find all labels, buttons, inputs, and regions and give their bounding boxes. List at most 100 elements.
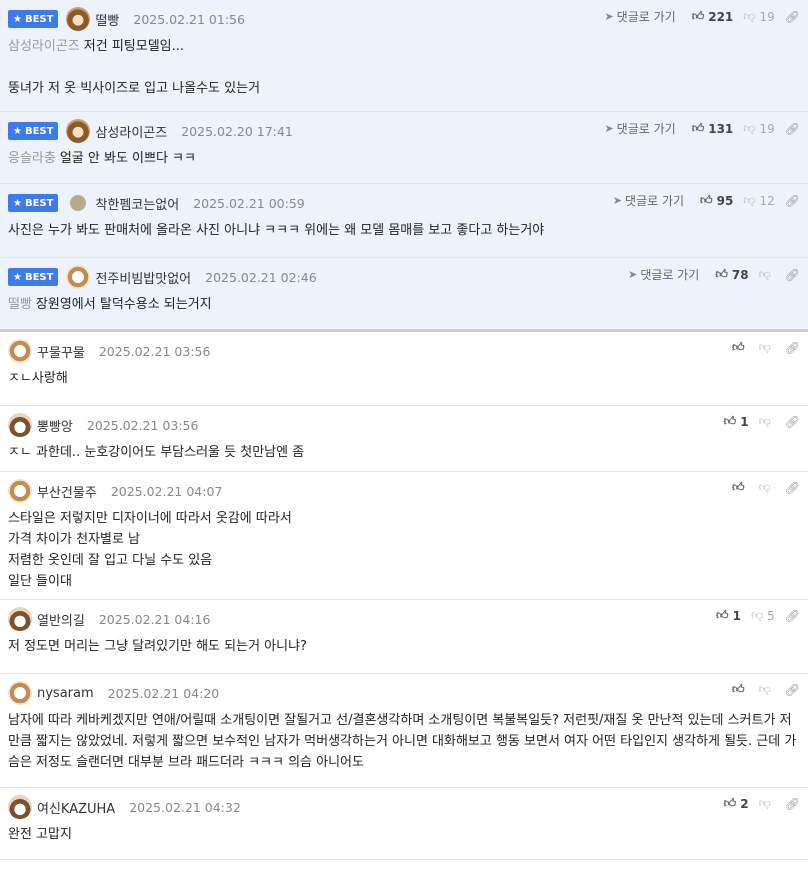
thumbs-down-icon: 👎︎ [758,682,771,696]
link-icon[interactable]: 🔗︎ [785,609,800,623]
thumbs-up-icon: 👍︎ [691,9,705,23]
dislike-button[interactable]: 👎︎ 19 [743,9,774,24]
thumbs-down-icon: 👎︎ [743,9,756,23]
dislike-button[interactable]: 👎︎ [759,267,775,282]
avatar[interactable] [66,265,91,289]
link-icon[interactable]: 🔗︎ [785,122,800,136]
dislike-button[interactable]: 👎︎ [759,414,775,429]
like-button[interactable]: 👍︎ 1 [724,414,749,429]
thumbs-down-icon: 👎︎ [758,480,771,494]
comment-actions: ➤ 댓글로 가기 👍︎ 221 👎︎ 19 🔗︎ [604,8,800,25]
like-count: 78 [731,267,749,282]
best-badge: ★ BEST [8,268,59,286]
thumbs-up-icon: 👍︎ [723,796,737,810]
dislike-count: 19 [759,9,775,24]
star-icon: ★ [13,13,22,25]
comment-body: 스타일은 저렇지만 디자이너에 따라서 옷감에 따라서 가격 차이가 천자별로 … [8,511,292,589]
like-button[interactable]: 👍︎ 131 [692,121,734,136]
send-icon: ➤ [628,268,638,281]
thumbs-up-icon: 👍︎ [716,608,729,622]
mention[interactable]: 떨빵 [8,297,32,312]
like-count: 1 [740,414,749,429]
nickname[interactable]: 착한펨코는없어 [95,194,179,213]
dislike-button[interactable]: 👎︎ [759,340,775,355]
link-icon[interactable]: 🔗︎ [785,341,800,355]
mention[interactable]: 응슬라충 [8,151,56,166]
nickname[interactable]: 꾸물꾸물 [37,342,85,361]
nickname[interactable]: nysaram [37,686,94,701]
go-to-reply-link[interactable]: ➤ 댓글로 가기 [613,192,684,209]
send-icon: ➤ [604,10,614,23]
timestamp: 2025.02.21 00:59 [193,195,305,211]
nickname[interactable]: 여신KAZUHA [37,798,115,817]
avatar[interactable] [8,479,32,503]
comment-text: 저 정도면 머리는 그냥 달려있기만 해도 되는거 아니냐? [8,636,800,657]
link-icon[interactable]: 🔗︎ [785,797,800,811]
avatar[interactable] [8,339,32,363]
thumbs-up-icon: 👍︎ [691,121,705,135]
dislike-button[interactable]: 👎︎ 5 [751,608,775,623]
dislike-count: 5 [767,608,775,623]
thumbs-down-icon: 👎︎ [743,121,756,135]
nickname[interactable]: 뽕빵앙 [37,416,73,435]
avatar[interactable] [66,7,91,31]
link-icon[interactable]: 🔗︎ [785,415,800,429]
comment-header: 꾸물꾸물 2025.02.21 03:56 [8,339,800,363]
best-comment: ★ BEST 떨빵 2025.02.21 01:56 ➤ 댓글로 가기 👍︎ 221 👎︎ 19 🔗… [0,0,808,112]
like-button[interactable]: 👍︎ [732,340,749,355]
link-icon[interactable]: 🔗︎ [785,268,800,282]
best-badge: ★ BEST [8,10,59,28]
comment-body: 얼굴 안 봐도 이쁘다 ㅋㅋ [59,151,196,166]
like-button[interactable]: 👍︎ [732,480,749,495]
dislike-button[interactable]: 👎︎ [759,796,775,811]
dislike-button[interactable]: 👎︎ [759,682,775,697]
comment-actions: 👍︎ 1 👎︎ 5 🔗︎ [716,608,800,623]
best-comment: ★ BEST 삼성라이곤즈 2025.02.20 17:41 ➤ 댓글로 가기 👍︎ 131 👎… [0,112,808,184]
comment-text: ㅈㄴ 과한데.. 눈호강이어도 부담스러울 듯 첫만남엔 좀 [8,442,800,463]
nickname[interactable]: 전주비빔밥맛없어 [95,268,191,287]
like-button[interactable]: 👍︎ 1 [716,608,741,623]
like-count: 2 [740,796,749,811]
link-icon[interactable]: 🔗︎ [785,683,800,697]
avatar[interactable] [8,681,32,705]
comment: 부산건물주 2025.02.21 04:07 👍︎ 👎︎ 🔗︎ 스타일은 저렇지만 디자이… [0,472,808,600]
like-button[interactable]: 👍︎ [732,682,749,697]
dislike-button[interactable]: 👎︎ 12 [743,193,774,208]
like-button[interactable]: 👍︎ 78 [715,267,748,282]
dislike-button[interactable]: 👎︎ [759,480,775,495]
go-to-reply-link[interactable]: ➤ 댓글로 가기 [628,266,699,283]
thumbs-down-icon: 👎︎ [758,414,771,428]
comment-text: 스타일은 저렇지만 디자이너에 따라서 옷감에 따라서 가격 차이가 천자별로 … [8,508,800,592]
nickname[interactable]: 부산건물주 [37,482,97,501]
nickname[interactable]: 삼성라이곤즈 [95,122,167,141]
comment-actions: 👍︎ 👎︎ 🔗︎ [732,682,800,697]
dislike-button[interactable]: 👎︎ 19 [743,121,774,136]
comment-header: 뽕빵앙 2025.02.21 03:56 [8,413,800,437]
mention[interactable]: 삼성라이곤즈 [8,39,80,54]
comment-body: ㅈㄴ 과한데.. 눈호강이어도 부담스러울 듯 첫만남엔 좀 [8,445,305,460]
thumbs-down-icon: 👎︎ [758,340,771,354]
like-count: 221 [708,9,734,24]
like-button[interactable]: 👍︎ 221 [692,9,734,24]
star-icon: ★ [13,271,22,283]
link-icon[interactable]: 🔗︎ [785,194,800,208]
nickname[interactable]: 열반의길 [37,610,85,629]
avatar[interactable] [8,413,32,437]
thumbs-down-icon: 👎︎ [758,267,771,281]
like-button[interactable]: 👍︎ 2 [724,796,749,811]
comment: nysaram 2025.02.21 04:20 👍︎ 👎︎ 🔗︎ 남자에 따라 케바케겠… [0,674,808,788]
like-button[interactable]: 👍︎ 95 [700,193,733,208]
link-icon[interactable]: 🔗︎ [785,481,800,495]
avatar[interactable] [70,195,87,211]
comment-actions: ➤ 댓글로 가기 👍︎ 95 👎︎ 12 🔗︎ [613,192,800,209]
dislike-count: 19 [759,121,775,136]
comment-body: 남자에 따라 케바케겠지만 연애/어릴때 소개팅이면 잘될거고 선/결혼생각하며… [8,713,797,770]
go-to-reply-link[interactable]: ➤ 댓글로 가기 [604,8,675,25]
nickname[interactable]: 떨빵 [95,10,119,29]
link-icon[interactable]: 🔗︎ [785,10,800,24]
avatar[interactable] [8,607,32,631]
avatar[interactable] [8,795,32,819]
go-to-reply-link[interactable]: ➤ 댓글로 가기 [604,120,675,137]
avatar[interactable] [66,119,91,143]
comment: 꾸물꾸물 2025.02.21 03:56 👍︎ 👎︎ 🔗︎ ㅈㄴ사랑해 [0,332,808,406]
